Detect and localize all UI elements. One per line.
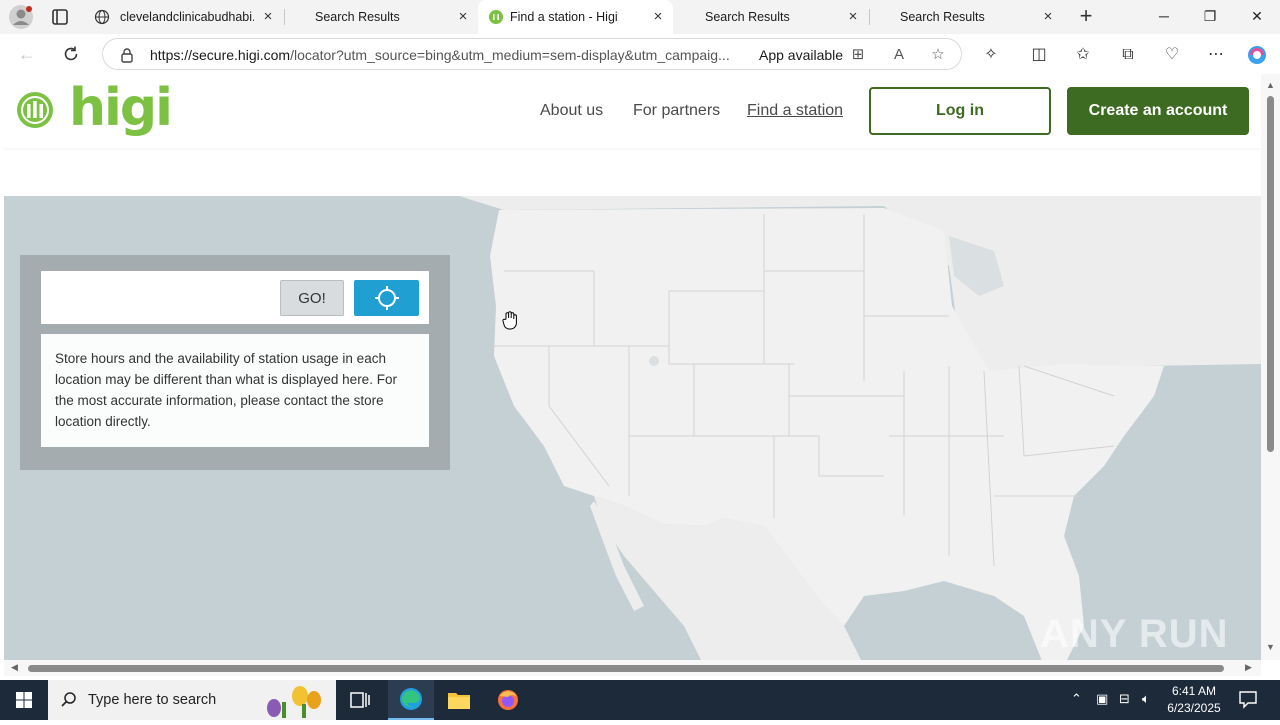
location-search-input[interactable] <box>49 281 271 315</box>
minimize-icon[interactable]: ─ <box>1152 6 1176 26</box>
app-available-label[interactable]: App available <box>759 47 843 63</box>
crosshair-icon <box>374 286 399 310</box>
close-window-icon[interactable]: ✕ <box>1245 6 1269 26</box>
close-tab-icon[interactable]: × <box>1040 9 1056 25</box>
url-text[interactable]: https://secure.higi.com/locator?utm_sour… <box>150 47 730 63</box>
tab-actions-icon[interactable] <box>48 6 72 28</box>
nav-find-a-station[interactable]: Find a station <box>747 102 843 120</box>
favorite-star-icon[interactable]: ☆ <box>928 45 948 65</box>
higi-logo[interactable]: higi <box>15 78 173 138</box>
firefox-icon[interactable] <box>485 680 531 720</box>
windows-start-icon[interactable] <box>0 680 48 720</box>
tab-title: Search Results <box>900 10 985 24</box>
close-tab-icon[interactable]: × <box>455 9 471 25</box>
taskbar-search-placeholder: Type here to search <box>88 692 217 708</box>
volume-icon[interactable]: 🔈︎ <box>1142 691 1150 707</box>
site-header: higi About us For partners Find a statio… <box>4 74 1261 148</box>
higi-favicon-icon <box>488 9 504 28</box>
web-page: higi About us For partners Find a statio… <box>4 74 1261 660</box>
higi-logo-mark-icon <box>17 92 53 128</box>
read-aloud-icon[interactable]: A <box>889 45 909 65</box>
notifications-icon[interactable] <box>1238 689 1258 712</box>
tab-clevelandclinic[interactable]: clevelandclinicabudhabi.ae × <box>84 0 284 34</box>
search-icon <box>60 691 78 714</box>
meet-now-icon[interactable]: ▣ <box>1096 691 1108 707</box>
close-tab-icon[interactable]: × <box>260 9 276 25</box>
tab-title: Search Results <box>315 10 400 24</box>
show-hidden-icons-icon[interactable]: ⌃ <box>1071 691 1082 707</box>
anyrun-watermark: ANY RUN <box>1040 612 1229 656</box>
clock-date: 6/23/2025 <box>1167 701 1221 715</box>
close-tab-icon[interactable]: × <box>650 9 666 25</box>
higi-logo-text: higi <box>69 78 173 138</box>
lock-icon[interactable] <box>120 47 134 63</box>
search-row: GO! <box>41 271 429 324</box>
tab-search-results-3[interactable]: Search Results × <box>870 0 1065 34</box>
nav-for-partners[interactable]: For partners <box>633 102 720 120</box>
nav-about-us[interactable]: About us <box>540 102 603 120</box>
locator-panel: GO! Store hours and the availability of … <box>20 255 450 470</box>
locate-me-button[interactable] <box>354 280 419 316</box>
address-bar[interactable]: https://secure.higi.com/locator?utm_sour… <box>102 38 962 70</box>
refresh-icon[interactable] <box>60 43 82 65</box>
split-screen-icon[interactable]: ◫ <box>1028 44 1050 66</box>
scroll-up-arrow-icon[interactable]: ▲ <box>1266 80 1275 90</box>
restore-icon[interactable]: ❐ <box>1198 6 1222 26</box>
flowers-decoration-icon <box>262 682 332 723</box>
horizontal-scrollbar[interactable]: ◀ ▶ <box>4 660 1261 676</box>
app-install-icon[interactable]: ⊞ <box>848 45 868 65</box>
collections-icon[interactable]: ⧉ <box>1117 44 1139 66</box>
clock-time: 6:41 AM <box>1171 684 1217 698</box>
create-account-button[interactable]: Create an account <box>1067 87 1249 135</box>
scroll-down-arrow-icon[interactable]: ▼ <box>1266 642 1275 652</box>
back-arrow-icon[interactable]: ← <box>16 43 38 65</box>
horizontal-scroll-thumb[interactable] <box>28 665 1224 672</box>
browser-essentials-icon[interactable]: ♡ <box>1161 44 1183 66</box>
network-icon[interactable]: ⊟ <box>1119 691 1130 707</box>
vertical-scroll-thumb[interactable] <box>1267 96 1274 452</box>
tab-search-results-1[interactable]: Search Results × <box>285 0 480 34</box>
scroll-left-arrow-icon[interactable]: ◀ <box>11 662 18 673</box>
new-tab-plus-icon[interactable]: + <box>1076 5 1096 27</box>
edge-taskbar-icon[interactable] <box>388 680 434 720</box>
tab-title: clevelandclinicabudhabi.ae <box>120 10 254 24</box>
tab-search-results-2[interactable]: Search Results × <box>675 0 870 34</box>
tab-title: Search Results <box>705 10 790 24</box>
url-path: /locator?utm_source=bing&utm_medium=sem-… <box>290 47 730 63</box>
tab-find-a-station[interactable]: Find a station - Higi × <box>478 0 673 34</box>
favorites-icon[interactable]: ✩ <box>1072 44 1094 66</box>
more-options-icon[interactable]: ⋯ <box>1205 44 1227 66</box>
vertical-scrollbar[interactable]: ▲ ▼ <box>1261 74 1280 660</box>
store-hours-notice: Store hours and the availability of stat… <box>41 334 429 447</box>
file-explorer-icon[interactable] <box>436 680 482 720</box>
taskbar-clock[interactable]: 6:41 AM 6/23/2025 <box>1156 683 1232 717</box>
close-tab-icon[interactable]: × <box>845 9 861 25</box>
extensions-icon[interactable]: ✧ <box>980 44 1002 66</box>
profile-avatar-icon[interactable] <box>8 4 34 30</box>
task-view-icon[interactable] <box>337 680 383 720</box>
log-in-button[interactable]: Log in <box>869 87 1051 135</box>
copilot-icon[interactable] <box>1246 44 1268 66</box>
go-button[interactable]: GO! <box>280 280 344 316</box>
taskbar: Type here to search ⌃ ▣ ⊟ 🔈︎ 6:41 AM 6/2… <box>0 680 1280 720</box>
browser-toolbar: ← https://secure.higi.com/locator?utm_so… <box>0 34 1280 74</box>
globe-icon <box>94 9 110 28</box>
tab-title: Find a station - Higi <box>510 10 618 24</box>
taskbar-search-box[interactable]: Type here to search <box>48 680 336 720</box>
tab-strip: clevelandclinicabudhabi.ae × Search Resu… <box>0 0 1280 34</box>
hand-cursor-icon <box>502 310 520 335</box>
scroll-right-arrow-icon[interactable]: ▶ <box>1245 662 1252 673</box>
url-host: https://secure.higi.com <box>150 47 291 63</box>
